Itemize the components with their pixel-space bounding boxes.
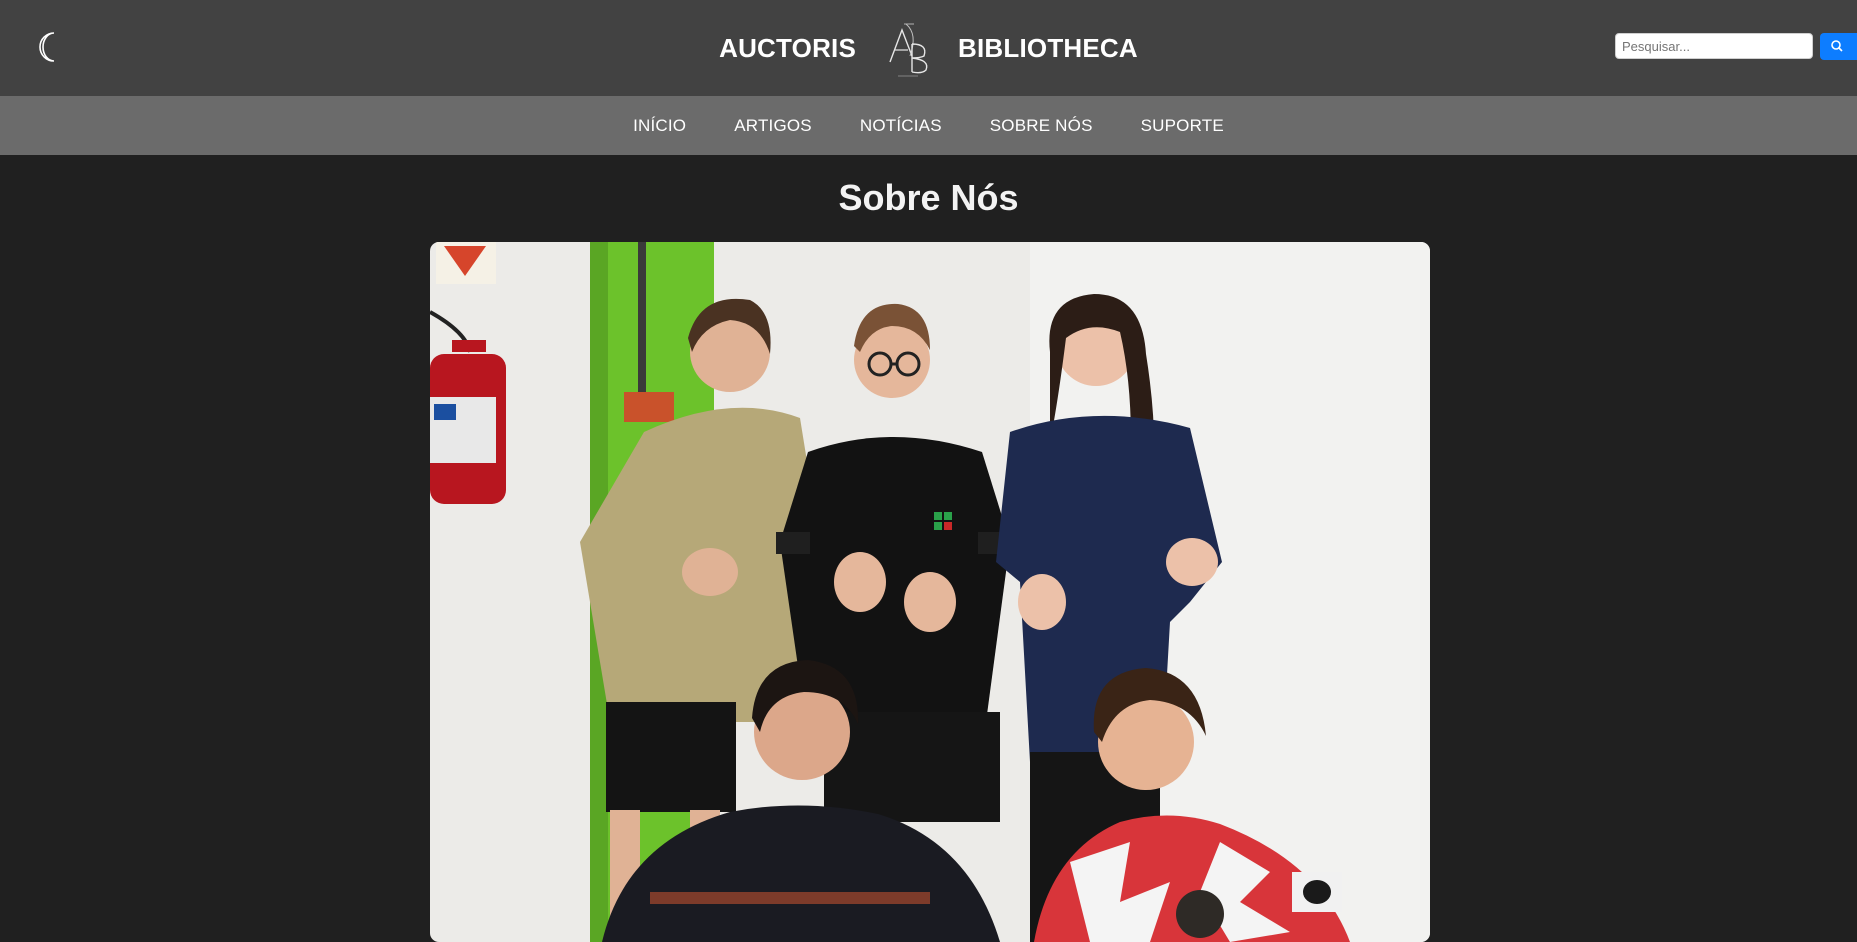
search-button[interactable]	[1820, 33, 1857, 60]
search-input[interactable]	[1615, 33, 1813, 59]
search-icon	[1831, 40, 1843, 52]
page-title: Sobre Nós	[838, 177, 1019, 218]
nav-item-sobre-nos[interactable]: SOBRE NÓS	[990, 116, 1093, 136]
nav-item-artigos[interactable]: ARTIGOS	[734, 116, 812, 136]
main-nav: INÍCIO ARTIGOS NOTÍCIAS SOBRE NÓS SUPORT…	[0, 96, 1857, 155]
nav-item-inicio[interactable]: INÍCIO	[633, 116, 686, 136]
logo-icon	[889, 23, 928, 77]
nav-item-suporte[interactable]: SUPORTE	[1141, 116, 1224, 136]
brand: AUCTORIS BIBLIOTHECA	[0, 0, 1857, 96]
brand-name-right: BIBLIOTHECA	[958, 32, 1138, 63]
nav-item-noticias[interactable]: NOTÍCIAS	[860, 116, 942, 136]
team-photo	[430, 242, 1430, 942]
brand-name-left: AUCTORIS	[719, 32, 857, 63]
top-header: AUCTORIS BIBLIOTHECA	[0, 0, 1857, 96]
